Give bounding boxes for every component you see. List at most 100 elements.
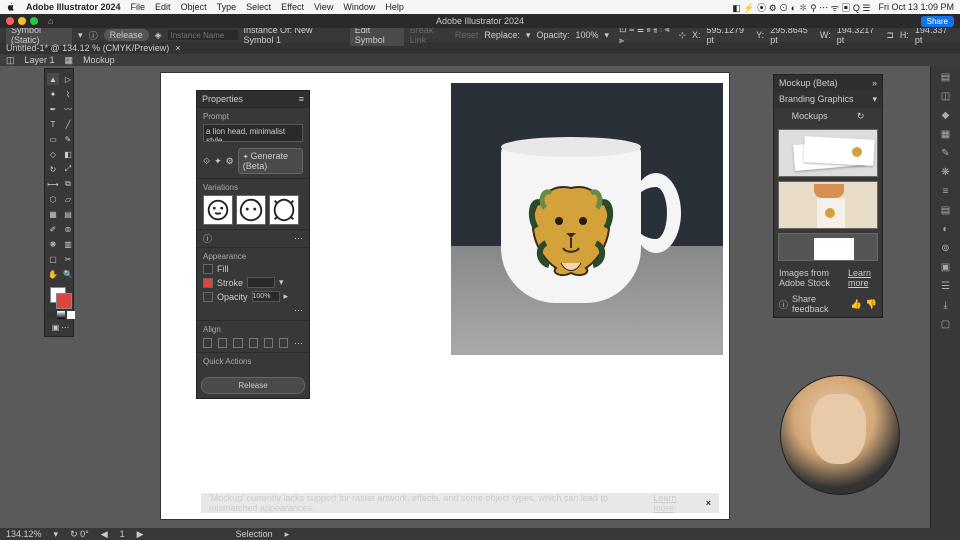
more-icon[interactable]: ⋯: [294, 233, 303, 244]
hand-tool[interactable]: ✋: [47, 268, 59, 280]
type-tool[interactable]: T: [47, 118, 59, 130]
scale-tool[interactable]: ⤢: [62, 163, 74, 175]
asset-export-panel-icon[interactable]: ⤓: [943, 300, 947, 311]
gradient-tool[interactable]: ▤: [62, 208, 74, 220]
zoom-tool[interactable]: 🔍: [62, 268, 74, 280]
align-left-icon[interactable]: [203, 338, 212, 348]
minimize-window-button[interactable]: [18, 17, 26, 25]
properties-panel-icon[interactable]: ▤: [941, 72, 950, 83]
free-transform-tool[interactable]: ⧉: [62, 178, 74, 190]
content-type-icon[interactable]: ⟐: [203, 156, 210, 167]
mockup-category[interactable]: Branding Graphics: [779, 94, 854, 105]
refresh-icon[interactable]: ↻: [857, 111, 865, 122]
variation-2[interactable]: [236, 195, 266, 225]
thumbs-down-icon[interactable]: 👎: [866, 299, 877, 310]
reset-button[interactable]: Reset: [455, 30, 479, 40]
feedback-info-icon[interactable]: ⓘ: [779, 298, 788, 311]
stroke-stepper-icon[interactable]: ▾: [279, 277, 284, 288]
stroke-swatch-box[interactable]: [203, 278, 213, 288]
direct-selection-tool[interactable]: ▷: [62, 73, 74, 85]
zoom-dropdown-icon[interactable]: ▾: [54, 529, 59, 540]
align-hcenter-icon[interactable]: [218, 338, 227, 348]
rotate-tool[interactable]: ↻: [47, 163, 59, 175]
transparency-panel-icon[interactable]: ◐: [942, 224, 948, 235]
artboards-panel-icon[interactable]: ▢: [941, 319, 950, 330]
swatches-panel-icon[interactable]: ▦: [941, 129, 950, 140]
link-wh-icon[interactable]: ⊐: [886, 30, 894, 41]
layer-icon[interactable]: ◫: [6, 55, 15, 66]
lasso-tool[interactable]: ⌇: [62, 88, 74, 100]
rotate-view[interactable]: ↻ 0°: [70, 529, 89, 540]
x-value[interactable]: 595.1279 pt: [707, 25, 751, 45]
color-panel-icon[interactable]: ◆: [942, 110, 950, 121]
blend-tool[interactable]: ⊚: [62, 223, 74, 235]
curvature-tool[interactable]: 〰: [62, 103, 74, 115]
h-value[interactable]: 194.337 pt: [915, 25, 954, 45]
symbol-sprayer-tool[interactable]: ❋: [47, 238, 59, 250]
brushes-panel-icon[interactable]: ✎: [941, 148, 949, 159]
warning-close-icon[interactable]: ×: [706, 498, 711, 508]
mockup-thumb-2[interactable]: [778, 181, 878, 229]
panel-menu-icon[interactable]: ≡: [299, 94, 304, 104]
mockup-thumb-3[interactable]: [778, 233, 878, 261]
gradient-mode-icon[interactable]: [57, 311, 65, 319]
menu-effect[interactable]: Effect: [281, 2, 304, 12]
artboard-nav-prev-icon[interactable]: ◀: [101, 529, 108, 540]
maximize-window-button[interactable]: [30, 17, 38, 25]
fill-swatch-box[interactable]: [203, 264, 213, 274]
opacity-input[interactable]: [252, 291, 280, 302]
menu-object[interactable]: Object: [181, 2, 207, 12]
home-icon[interactable]: ⌂: [48, 16, 53, 26]
release-button[interactable]: Release: [104, 29, 149, 41]
appearance-more-icon[interactable]: ⋯: [294, 305, 303, 315]
screen-mode-icon[interactable]: ▣: [52, 323, 60, 332]
symbols-panel-icon[interactable]: ❋: [941, 167, 949, 178]
align-vcenter-icon[interactable]: [264, 338, 273, 348]
zoom-level[interactable]: 134.12%: [6, 529, 42, 539]
lion-artwork[interactable]: [521, 173, 621, 283]
variation-1[interactable]: [203, 195, 233, 225]
artboard-tool[interactable]: ▢: [47, 253, 59, 265]
align-right-icon[interactable]: [233, 338, 242, 348]
stroke-weight-input[interactable]: [247, 277, 275, 288]
color-mode-icon[interactable]: [47, 311, 55, 319]
shaper-tool[interactable]: ◇: [47, 148, 59, 160]
paintbrush-tool[interactable]: ✎: [62, 133, 74, 145]
column-graph-tool[interactable]: ▥: [62, 238, 74, 250]
style-icon[interactable]: ✦: [214, 156, 222, 167]
stock-learn-more-link[interactable]: Learn more: [848, 268, 877, 288]
none-mode-icon[interactable]: [67, 311, 75, 319]
perspective-tool[interactable]: ▱: [62, 193, 74, 205]
pen-tool[interactable]: ✒: [47, 103, 59, 115]
eraser-tool[interactable]: ◧: [62, 148, 74, 160]
generate-button[interactable]: ✦ Generate (Beta): [238, 148, 303, 174]
shape-builder-tool[interactable]: ⬡: [47, 193, 59, 205]
eyedropper-tool[interactable]: ✐: [47, 223, 59, 235]
opacity-box[interactable]: [203, 292, 213, 302]
artboard-nav-next-icon[interactable]: ▶: [137, 529, 144, 540]
opacity-stepper-icon[interactable]: ▸: [284, 291, 289, 302]
selection-tool[interactable]: ▲: [47, 73, 59, 85]
info-icon[interactable]: ⓘ: [89, 29, 98, 42]
slice-tool[interactable]: ✂: [62, 253, 74, 265]
break-link-button[interactable]: Break Link: [410, 25, 449, 45]
mockups-tab[interactable]: Mockups: [792, 111, 828, 122]
app-name[interactable]: Adobe Illustrator 2024: [26, 2, 121, 12]
menu-help[interactable]: Help: [385, 2, 404, 12]
clock[interactable]: Fri Oct 13 1:09 PM: [878, 2, 954, 12]
menu-window[interactable]: Window: [343, 2, 375, 12]
variation-3[interactable]: [269, 195, 299, 225]
share-button[interactable]: Share: [921, 16, 954, 27]
mockup-thumb-1[interactable]: [778, 129, 878, 177]
prompt-input[interactable]: a lion head, minimalist style: [203, 124, 303, 142]
document-tab[interactable]: Untitled-1* @ 134.12 % (CMYK/Preview): [6, 43, 169, 53]
close-window-button[interactable]: [6, 17, 14, 25]
thumbs-up-icon[interactable]: 👍: [851, 299, 862, 310]
mockup-close-icon[interactable]: »: [872, 78, 877, 88]
menu-type[interactable]: Type: [217, 2, 237, 12]
tab-close-icon[interactable]: ×: [175, 43, 180, 53]
y-value[interactable]: 295.8645 pt: [770, 25, 814, 45]
appearance-panel-icon[interactable]: ⊚: [941, 243, 949, 254]
instance-name-input[interactable]: [168, 30, 238, 40]
libraries-panel-icon[interactable]: ◫: [941, 91, 950, 102]
